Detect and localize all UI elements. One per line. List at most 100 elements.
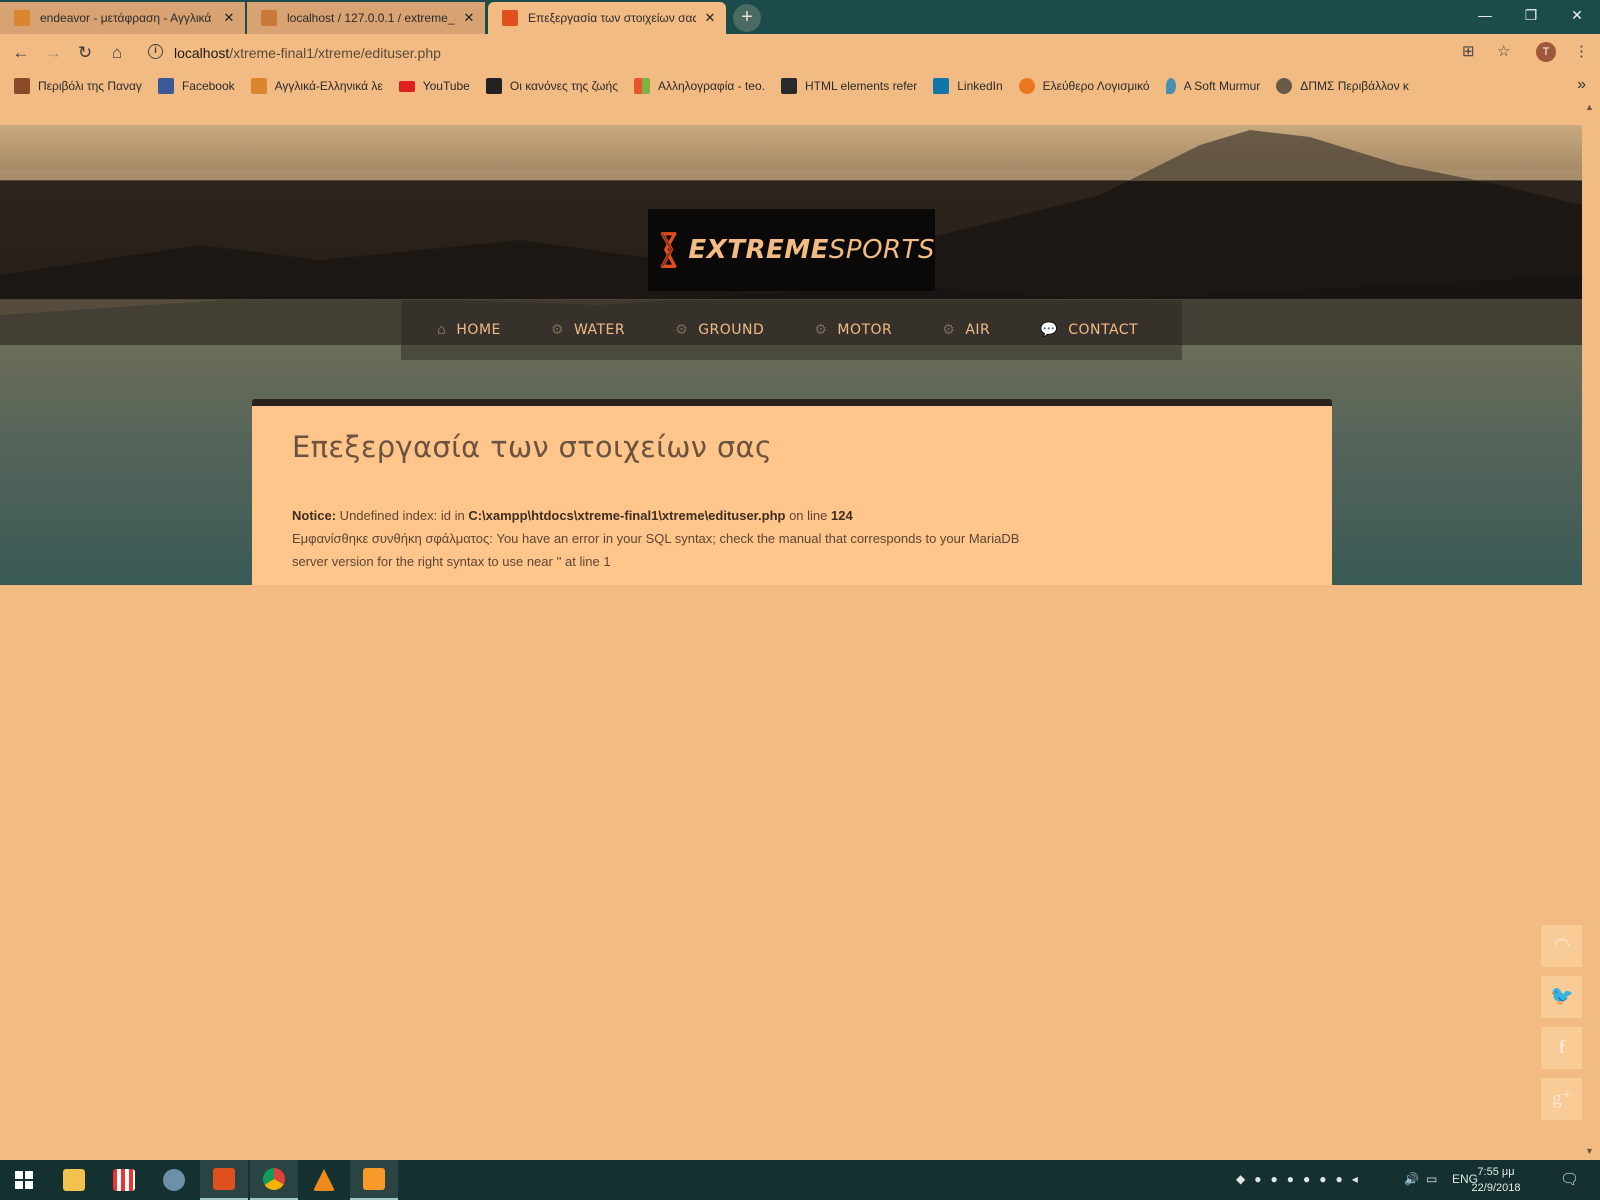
drop-favicon-icon <box>1165 78 1176 94</box>
bookmark-favicon-icon <box>780 78 797 94</box>
bookmark-favicon-icon <box>250 78 267 94</box>
reload-button[interactable]: ↻ <box>72 40 98 66</box>
nav-item-contact[interactable]: 💬 CONTACT <box>1040 322 1138 338</box>
sublime-icon <box>363 1168 385 1190</box>
bookmark-item[interactable]: Περιβόλι της Παναγ <box>14 78 142 94</box>
url-path: /xtreme-final1/xtreme/edituser.php <box>229 45 441 61</box>
bookmark-label: Ελεύθερο Λογισμικό <box>1042 79 1150 93</box>
nav-label: WATER <box>573 322 626 338</box>
error-output: Notice: Undefined index: id in C:\xampp\… <box>292 504 1032 573</box>
bookmark-star-icon[interactable]: ☆ <box>1497 42 1510 60</box>
network-icon[interactable]: ▭ <box>1426 1172 1437 1186</box>
qbittorrent-button[interactable] <box>150 1160 198 1200</box>
maximize-button[interactable]: ❐ <box>1508 0 1554 30</box>
bookmark-label: Οι κανόνες της ζωής <box>509 79 618 93</box>
close-window-button[interactable]: ✕ <box>1554 0 1600 30</box>
profile-avatar[interactable]: T <box>1536 42 1556 62</box>
home-icon: ⌂ <box>437 322 447 338</box>
site-logo[interactable]: EXTREMESPORTS <box>648 209 935 291</box>
nav-label: CONTACT <box>1068 322 1139 338</box>
new-tab-button[interactable]: + <box>733 4 761 32</box>
back-button[interactable]: ← <box>8 40 34 66</box>
bookmark-item[interactable]: Οι κανόνες της ζωής <box>485 78 618 94</box>
folder-icon <box>63 1169 85 1191</box>
browser-tab[interactable]: localhost / 127.0.0.1 / extreme_e ✕ <box>247 2 485 34</box>
page-scrollbar[interactable]: ▲ ▼ <box>1582 100 1600 1160</box>
xampp-favicon-icon <box>502 10 518 26</box>
translate-site-favicon-icon <box>14 10 30 26</box>
bookmark-item[interactable]: A Soft Murmur <box>1165 78 1260 94</box>
chrome-button[interactable] <box>250 1160 298 1200</box>
nav-item-motor[interactable]: ⚙ MOTOR <box>814 322 892 338</box>
windows-logo-icon <box>15 1171 33 1189</box>
linkedin-favicon-icon <box>933 78 950 94</box>
notice-text: Undefined index: id in <box>336 508 469 523</box>
page-title: Επεξεργασία των στοιχείων σας <box>292 430 773 464</box>
bookmark-label: Περιβόλι της Παναγ <box>38 79 142 93</box>
bookmark-item[interactable]: HTML elements refer <box>780 78 917 94</box>
hero-background: EXTREMESPORTS ⌂ HOME ⚙ WATER ⚙ GROUND ⚙ MOTO… <box>0 125 1582 585</box>
bookmark-item[interactable]: Αγγλικά-Ελληνικά λε <box>250 78 383 94</box>
gears-icon: ⚙ <box>942 322 956 338</box>
rss-button[interactable]: ◠ <box>1541 925 1583 967</box>
file-explorer-button[interactable] <box>50 1160 98 1200</box>
nav-item-air[interactable]: ⚙ AIR <box>942 322 990 338</box>
nav-item-home[interactable]: ⌂ HOME <box>437 322 501 338</box>
nav-item-ground[interactable]: ⚙ GROUND <box>675 322 764 338</box>
close-tab-icon[interactable]: ✕ <box>702 10 718 26</box>
bookmark-item[interactable]: Αλληλογραφία - teo. <box>633 78 765 94</box>
site-info-icon[interactable]: i <box>148 44 163 59</box>
translate-icon[interactable]: ⊞ <box>1462 42 1475 60</box>
gears-icon: ⚙ <box>675 322 689 338</box>
logo-word-light: SPORTS <box>828 235 935 265</box>
minimize-button[interactable]: — <box>1462 0 1508 30</box>
xampp-icon <box>213 1168 235 1190</box>
url-text: localhost/xtreme-final1/xtreme/edituser.… <box>174 45 441 61</box>
forward-button[interactable]: → <box>40 40 66 66</box>
close-tab-icon[interactable]: ✕ <box>221 10 237 26</box>
google-plus-button[interactable]: g⁺ <box>1541 1078 1583 1120</box>
home-button[interactable]: ⌂ <box>104 40 130 66</box>
youtube-favicon-icon <box>398 80 415 92</box>
scroll-up-icon[interactable]: ▲ <box>1585 102 1594 112</box>
logo-word-bold: EXTREME <box>688 235 829 265</box>
bookmark-favicon-icon <box>485 78 502 94</box>
bookmark-item[interactable]: Facebook <box>157 78 235 94</box>
bookmark-item[interactable]: ΔΠΜΣ Περιβάλλον κ <box>1276 78 1409 94</box>
nav-label: MOTOR <box>837 322 893 338</box>
bookmark-favicon-icon <box>1018 78 1035 94</box>
url-host: localhost <box>174 45 230 61</box>
tray-icons[interactable]: ◆●●●●●●◂ <box>1236 1172 1367 1186</box>
bookmark-favicon-icon <box>14 78 30 94</box>
facebook-button[interactable]: f <box>1541 1027 1583 1069</box>
notice-line-number: 124 <box>831 508 853 523</box>
taskbar-clock[interactable]: 7:55 μμ 22/9/2018 <box>1466 1164 1526 1196</box>
vlc-button[interactable] <box>300 1160 348 1200</box>
volume-icon[interactable]: 🔊 <box>1404 1172 1419 1186</box>
menu-icon[interactable]: ⋮ <box>1574 42 1589 60</box>
nav-item-water[interactable]: ⚙ WATER <box>551 322 625 338</box>
bookmark-item[interactable]: YouTube <box>398 79 470 93</box>
outlook-favicon-icon <box>633 78 650 94</box>
popcorn-icon <box>113 1169 135 1191</box>
notifications-icon[interactable]: 🗨 <box>1560 1170 1579 1188</box>
sublime-text-button[interactable] <box>350 1160 398 1200</box>
logo-wordmark: EXTREMESPORTS <box>688 235 935 265</box>
popcorn-app-button[interactable] <box>100 1160 148 1200</box>
close-tab-icon[interactable]: ✕ <box>461 10 477 26</box>
bookmark-favicon-icon <box>1276 78 1293 94</box>
browser-tab-active[interactable]: Επεξεργασία των στοιχείων σας ✕ <box>488 2 726 34</box>
scroll-down-icon[interactable]: ▼ <box>1585 1146 1594 1156</box>
tab-title: localhost / 127.0.0.1 / extreme_e <box>287 11 455 25</box>
xampp-button[interactable] <box>200 1160 248 1200</box>
bookmark-item[interactable]: LinkedIn <box>933 78 1003 94</box>
address-bar[interactable]: i localhost/xtreme-final1/xtreme/edituse… <box>138 37 1438 69</box>
bookmark-item[interactable]: Ελεύθερο Λογισμικό <box>1018 78 1150 94</box>
start-button[interactable] <box>0 1160 48 1200</box>
bookmark-label: LinkedIn <box>957 79 1003 93</box>
more-bookmarks-icon[interactable]: » <box>1577 76 1586 94</box>
twitter-button[interactable]: 🐦 <box>1541 976 1583 1018</box>
bookmark-label: YouTube <box>422 79 470 93</box>
facebook-icon: f <box>1558 1037 1566 1058</box>
browser-tab[interactable]: endeavor - μετάφραση - Αγγλικά ✕ <box>0 2 245 34</box>
